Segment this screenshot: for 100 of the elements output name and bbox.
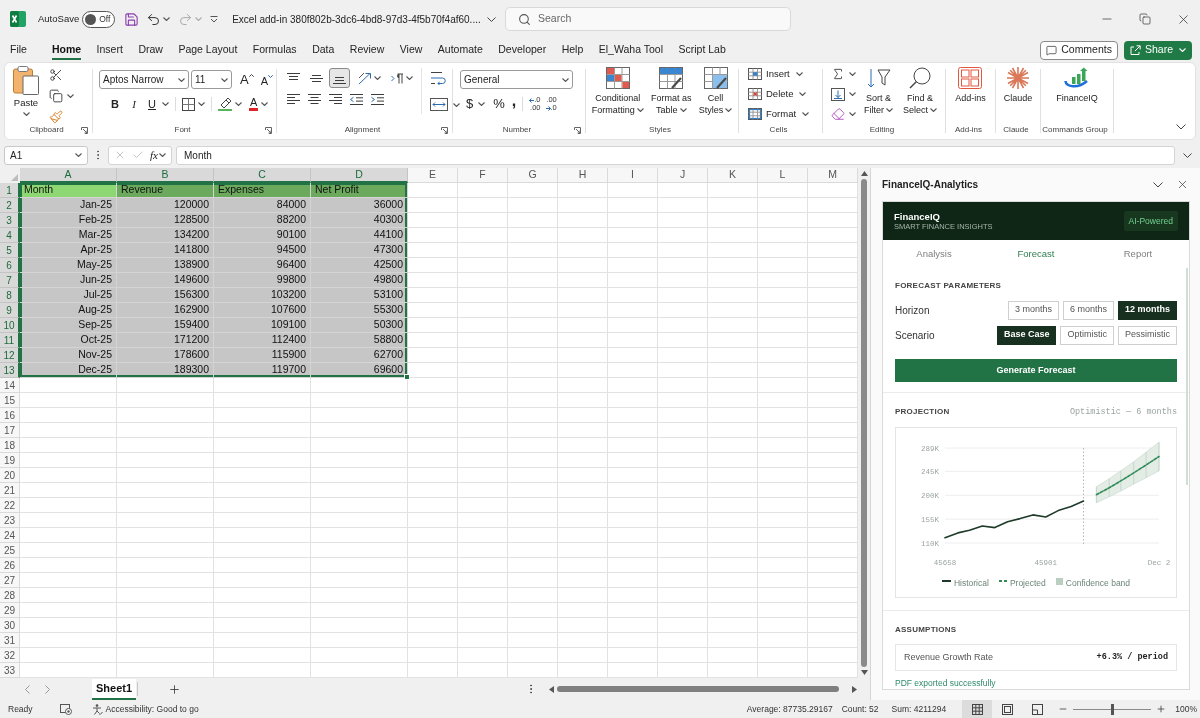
sort-filter-button[interactable]: Sort & Filter: [862, 63, 895, 124]
caret-icon[interactable]: [374, 76, 381, 80]
shrink-font-button[interactable]: A: [260, 71, 273, 88]
menu-tab[interactable]: Page Layout: [178, 40, 238, 60]
paste-button[interactable]: Paste: [13, 66, 39, 124]
column-header[interactable]: J: [658, 168, 708, 183]
menu-tab[interactable]: Data: [312, 40, 335, 60]
align-right-icon[interactable]: [329, 94, 342, 105]
italic-button[interactable]: I: [126, 97, 142, 111]
row-header[interactable]: 20: [0, 468, 20, 483]
macro-record-icon[interactable]: [59, 703, 72, 715]
caret-icon[interactable]: [162, 102, 169, 106]
add-sheet-icon[interactable]: [168, 682, 182, 696]
caret-icon[interactable]: [679, 108, 687, 112]
sum-icon[interactable]: [831, 67, 845, 81]
column-header[interactable]: C: [214, 168, 311, 183]
view-button[interactable]: [962, 700, 993, 718]
find-select-button[interactable]: Find & Select: [901, 63, 939, 124]
row-header[interactable]: 8: [0, 288, 20, 303]
row-header[interactable]: 27: [0, 573, 20, 588]
row-header[interactable]: 32: [0, 648, 20, 663]
increase-indent-icon[interactable]: [371, 94, 384, 105]
row-header[interactable]: 12: [0, 348, 20, 363]
caret-icon[interactable]: [725, 108, 733, 112]
comments-button[interactable]: Comments: [1040, 40, 1118, 60]
decrease-indent-icon[interactable]: [350, 94, 363, 105]
caret-icon[interactable]: [22, 112, 30, 116]
row-header[interactable]: 7: [0, 273, 20, 288]
caret-icon[interactable]: [235, 102, 242, 106]
menu-tab[interactable]: Formulas: [252, 40, 297, 60]
save-icon[interactable]: [124, 11, 140, 27]
comma-style-button[interactable]: ,: [511, 95, 517, 113]
pane-tab[interactable]: Report: [1087, 240, 1189, 268]
dialog-launcher-icon[interactable]: [574, 126, 581, 134]
row-header[interactable]: 3: [0, 213, 20, 228]
column-header[interactable]: B: [117, 168, 214, 183]
fill-handle[interactable]: [404, 374, 410, 380]
menu-tab[interactable]: Automate: [437, 40, 483, 60]
zoom-in-icon[interactable]: [1156, 704, 1167, 714]
insert-function-button[interactable]: fx: [150, 146, 166, 164]
menu-tab[interactable]: Help: [561, 40, 584, 60]
cell-brush-icon[interactable]: [703, 67, 728, 89]
scroll-down-icon[interactable]: [860, 670, 868, 675]
add-ins-button[interactable]: Add-ins: [953, 63, 988, 104]
share-button[interactable]: Share: [1123, 40, 1192, 60]
insert-cells-icon[interactable]: [748, 68, 762, 80]
caret-icon[interactable]: [478, 102, 486, 106]
wrap-text-icon[interactable]: [430, 71, 446, 85]
caret-icon[interactable]: [802, 112, 810, 116]
row-header[interactable]: 10: [0, 318, 20, 333]
currency-button[interactable]: $: [466, 96, 474, 112]
caret-icon[interactable]: [159, 153, 166, 157]
caret-icon[interactable]: [636, 108, 644, 112]
caret-icon[interactable]: [849, 72, 856, 76]
row-header[interactable]: 25: [0, 543, 20, 558]
option-button[interactable]: 6 months: [1062, 300, 1114, 320]
row-header[interactable]: 21: [0, 483, 20, 498]
scroll-up-icon[interactable]: [860, 171, 868, 176]
paintbrush-icon[interactable]: [49, 110, 63, 124]
option-button[interactable]: 12 months: [1118, 300, 1177, 320]
customize-icon[interactable]: [210, 15, 219, 23]
dialog-launcher-icon[interactable]: [441, 126, 448, 134]
search-field[interactable]: Search: [505, 7, 791, 31]
scrollbar-thumb[interactable]: [557, 686, 839, 692]
row-header[interactable]: 5: [0, 243, 20, 258]
row-header[interactable]: 29: [0, 603, 20, 618]
caret-icon[interactable]: [221, 77, 228, 82]
scrollbar-thumb[interactable]: [861, 179, 867, 667]
caret-icon[interactable]: [261, 102, 269, 106]
insert-cells-button[interactable]: Insert: [748, 64, 810, 84]
format-cells-button[interactable]: Format: [748, 104, 810, 124]
caret-icon[interactable]: [849, 92, 856, 96]
collapse-ribbon-icon[interactable]: [1176, 124, 1186, 130]
pane-tab[interactable]: Analysis: [883, 240, 985, 268]
caret-icon[interactable]: [406, 76, 413, 80]
caret-icon[interactable]: [799, 92, 807, 96]
delete-cells-button[interactable]: Delete: [748, 84, 810, 104]
grow-font-button[interactable]: A: [240, 72, 254, 87]
caret-icon[interactable]: [795, 72, 803, 76]
column-header[interactable]: L: [758, 168, 808, 183]
row-header[interactable]: 30: [0, 618, 20, 633]
accessibility-icon[interactable]: [91, 703, 103, 715]
scrollbar-thumb[interactable]: [1186, 268, 1188, 485]
format-as-table-button[interactable]: Format as Table: [649, 63, 694, 116]
menu-tab[interactable]: Developer: [498, 40, 547, 60]
caret-icon[interactable]: [930, 108, 937, 112]
expand-icon[interactable]: [1183, 152, 1192, 158]
dialog-launcher-icon[interactable]: [265, 126, 272, 134]
caret-icon[interactable]: [67, 94, 74, 98]
spreadsheet-app-icon[interactable]: [10, 11, 26, 27]
percent-button[interactable]: %: [493, 96, 505, 112]
conditional-formatting-button[interactable]: Conditional Formatting: [589, 63, 646, 116]
bold-button[interactable]: B: [107, 97, 123, 111]
row-header[interactable]: 24: [0, 528, 20, 543]
close-icon[interactable]: [1176, 178, 1189, 191]
chevron-down-icon[interactable]: [1153, 181, 1163, 188]
font-size-dropdown[interactable]: 11: [191, 70, 232, 89]
row-header[interactable]: 14: [0, 378, 20, 393]
menu-tab[interactable]: El_Waha Tool: [598, 40, 663, 60]
menu-tab[interactable]: Draw: [138, 40, 163, 60]
